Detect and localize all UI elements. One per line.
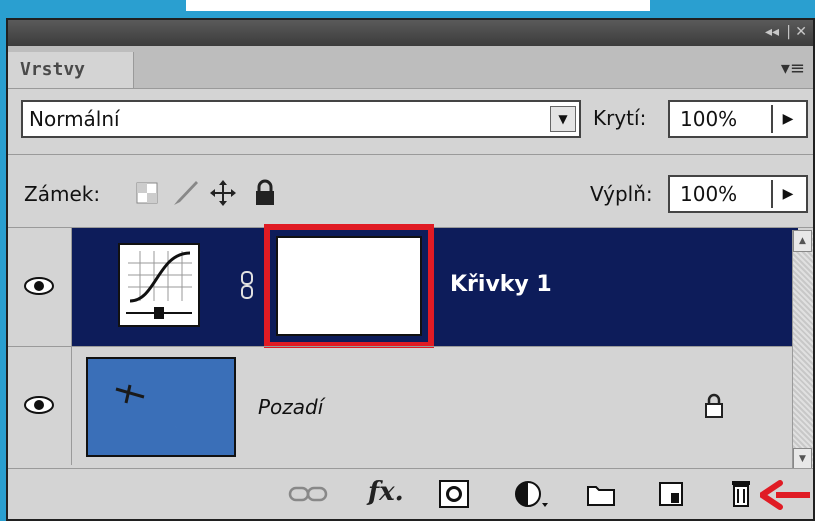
panel-menu-icon[interactable]: ▾≡	[781, 58, 805, 79]
layer-row-curves[interactable]: Křivky 1	[8, 224, 798, 348]
opacity-value: 100%	[680, 107, 738, 131]
double-chevron-left-icon[interactable]: ◂◂	[765, 24, 779, 40]
eye-icon[interactable]	[24, 276, 54, 296]
layer-name[interactable]: Pozadí	[258, 395, 323, 419]
tab-strip: Vrstvy ▾≡	[8, 46, 813, 89]
divider	[8, 154, 813, 155]
lock-icon	[705, 393, 723, 418]
scroll-down-icon[interactable]: ▼	[793, 448, 812, 470]
lock-transparency-icon[interactable]	[136, 182, 158, 204]
add-mask-icon[interactable]	[438, 479, 470, 509]
callout-box	[183, 0, 653, 14]
lock-icon[interactable]	[252, 178, 278, 208]
layer-mask-thumbnail[interactable]	[276, 236, 422, 336]
curves-adjustment-icon	[118, 243, 200, 327]
brush-icon[interactable]	[170, 178, 200, 208]
new-layer-icon[interactable]	[658, 481, 684, 507]
fill-label: Výplň:	[590, 182, 653, 206]
trash-icon[interactable]	[728, 477, 754, 509]
fx-icon[interactable]: fx.	[368, 477, 404, 507]
close-icon[interactable]: ✕	[795, 24, 807, 40]
fill-value: 100%	[680, 182, 738, 206]
arrow-left-icon	[760, 480, 810, 510]
panel-titlebar: ◂◂ | ✕	[8, 20, 813, 46]
chevron-right-icon[interactable]: ▶	[771, 180, 803, 208]
fill-field[interactable]: 100% ▶	[668, 175, 808, 213]
titlebar-separator: |	[786, 24, 791, 40]
tab-layers[interactable]: Vrstvy	[8, 52, 134, 88]
layers-toolbar: fx.	[8, 468, 813, 519]
blend-mode-value: Normální	[29, 107, 120, 131]
layer-name[interactable]: Křivky 1	[450, 272, 552, 297]
visibility-cell[interactable]	[8, 228, 72, 346]
blend-mode-select[interactable]: Normální ▼	[21, 100, 581, 138]
mask-highlight	[264, 224, 434, 348]
move-icon[interactable]	[208, 178, 238, 208]
opacity-field[interactable]: 100% ▶	[668, 100, 808, 138]
visibility-cell[interactable]	[8, 347, 72, 465]
adjustment-layer-icon[interactable]	[514, 479, 550, 509]
chevron-down-icon[interactable]: ▼	[550, 106, 576, 132]
layer-row-background[interactable]: Pozadí	[8, 347, 798, 465]
opacity-label: Krytí:	[593, 106, 647, 130]
folder-icon[interactable]	[586, 481, 616, 507]
layers-panel: ◂◂ | ✕ Vrstvy ▾≡ Normální ▼ Krytí: 100% …	[6, 18, 815, 521]
lock-label: Zámek:	[24, 182, 101, 206]
layers-scrollbar[interactable]: ▲ ▼	[792, 230, 813, 470]
background-thumbnail[interactable]	[86, 357, 236, 457]
eye-icon[interactable]	[24, 395, 54, 415]
chevron-right-icon[interactable]: ▶	[771, 105, 803, 133]
scroll-up-icon[interactable]: ▲	[793, 230, 812, 252]
link-layers-icon[interactable]	[288, 485, 328, 503]
link-icon[interactable]	[240, 270, 254, 300]
